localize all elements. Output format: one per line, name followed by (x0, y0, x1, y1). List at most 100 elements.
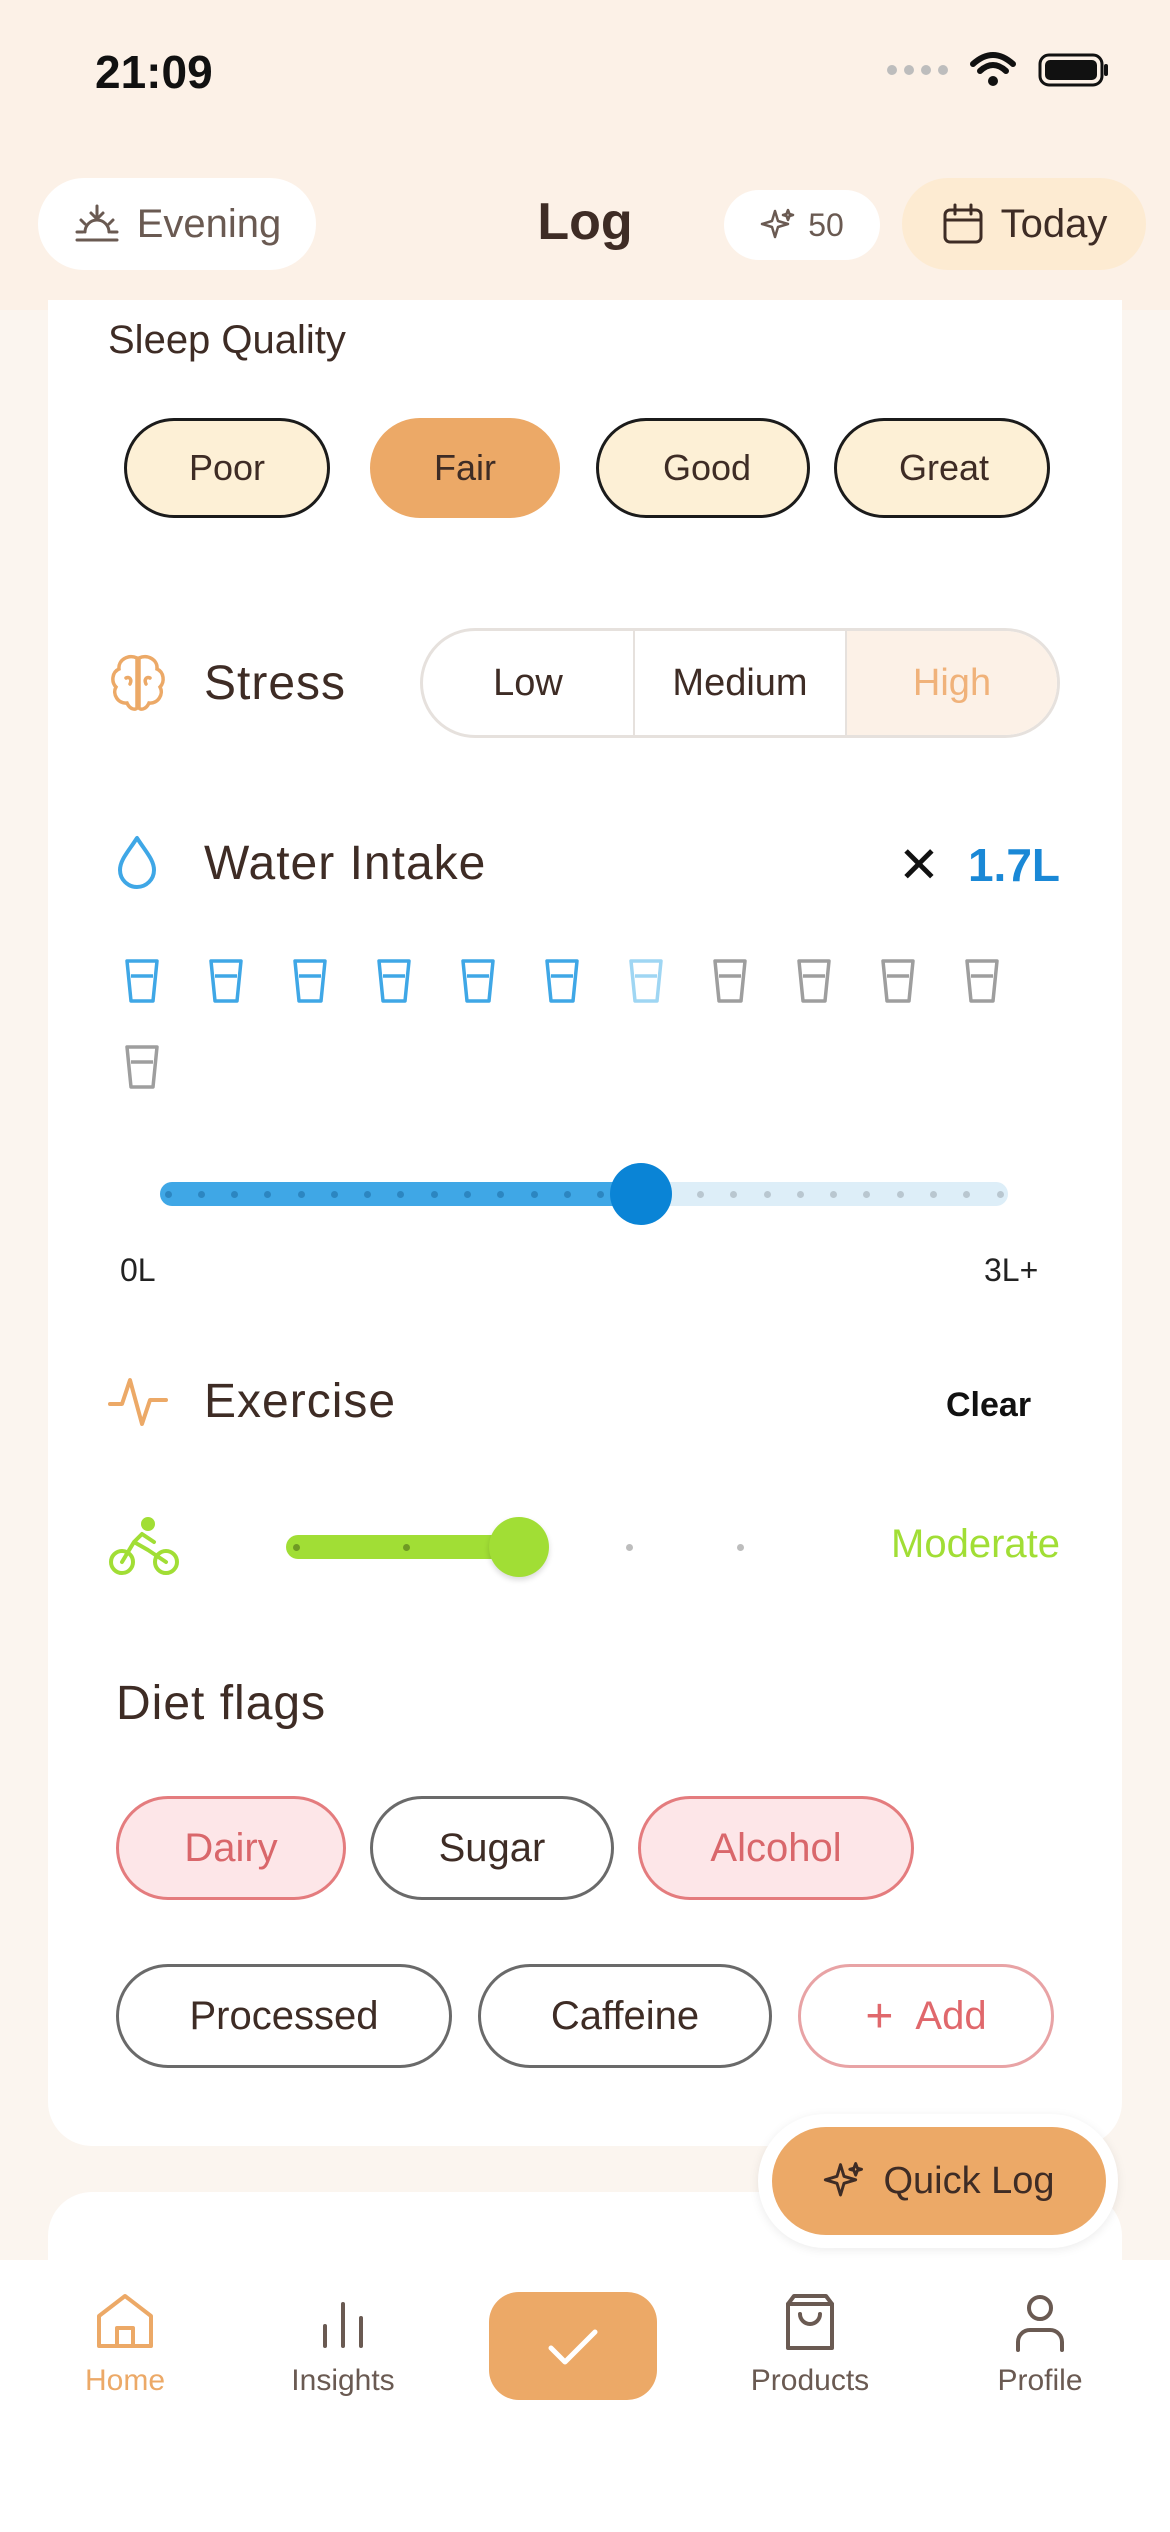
water-cup-icon[interactable] (712, 958, 748, 1004)
status-icons (887, 52, 1110, 88)
user-icon (1016, 2295, 1064, 2352)
exercise-slider-tick (736, 1543, 744, 1551)
home-icon (97, 2294, 153, 2348)
water-slider-tick (763, 1190, 771, 1198)
water-clear-button[interactable]: ✕ (898, 836, 940, 894)
water-cup-icon[interactable] (544, 958, 580, 1004)
nav-insights-label: Insights (291, 2364, 395, 2397)
exercise-clear-button[interactable]: Clear (946, 1386, 1031, 1425)
water-slider-tick (597, 1190, 605, 1198)
log-tab-button[interactable] (489, 2292, 657, 2400)
shopping-bag-icon (786, 2294, 834, 2350)
water-slider-tick (497, 1190, 505, 1198)
water-slider-tick (830, 1190, 838, 1198)
date-picker-button[interactable]: Today (902, 178, 1146, 270)
water-slider-tick (430, 1190, 438, 1198)
diet-chip-processed[interactable]: Processed (116, 1964, 452, 2068)
water-cup-icon[interactable] (124, 1044, 160, 1090)
water-slider-tick (397, 1190, 405, 1198)
points-badge[interactable]: 50 (724, 190, 880, 260)
stress-label: Stress (204, 657, 347, 710)
water-min-label: 0L (120, 1252, 156, 1288)
sleep-option-fair[interactable]: Fair (370, 418, 560, 518)
water-slider-tick (464, 1190, 472, 1198)
water-slider-tick (863, 1190, 871, 1198)
water-cup-icon[interactable] (124, 958, 160, 1004)
sleep-option-poor[interactable]: Poor (124, 418, 330, 518)
diet-chip-dairy[interactable]: Dairy (116, 1796, 346, 1900)
sleep-option-great[interactable]: Great (834, 418, 1050, 518)
nav-products-label: Products (750, 2364, 870, 2397)
water-cup-icon[interactable] (628, 958, 664, 1004)
water-cup-icon[interactable] (208, 958, 244, 1004)
exercise-label: Exercise (204, 1375, 397, 1428)
exercise-slider-tick (402, 1543, 410, 1551)
water-slider-tick (929, 1190, 937, 1198)
water-max-label: 3L+ (984, 1252, 1039, 1288)
diet-chip-alcohol[interactable]: Alcohol (638, 1796, 914, 1900)
water-slider-tick (896, 1190, 904, 1198)
exercise-slider-tick (625, 1543, 633, 1551)
water-slider-tick (530, 1190, 538, 1198)
points-value: 50 (808, 206, 844, 243)
quick-log-label: Quick Log (883, 2159, 1055, 2202)
nav-home-label: Home (84, 2364, 166, 2397)
water-intake-label: Water Intake (204, 837, 487, 890)
add-diet-flag-button[interactable]: + Add (798, 1964, 1054, 2068)
sparkle-icon (760, 208, 795, 239)
exercise-slider-thumb[interactable] (489, 1517, 549, 1577)
brain-icon (111, 655, 165, 711)
water-cup-icon[interactable] (880, 958, 916, 1004)
water-drop-icon (118, 836, 156, 889)
battery-icon (1038, 53, 1108, 87)
water-slider-tick (264, 1190, 272, 1198)
water-cup-icon[interactable] (796, 958, 832, 1004)
nav-products[interactable]: Products (710, 2290, 910, 2398)
nav-profile[interactable]: Profile (940, 2290, 1140, 2398)
diet-flags-label: Diet flags (116, 1677, 327, 1730)
water-slider-tick (164, 1190, 172, 1198)
cellular-signal-icon (887, 65, 948, 75)
calendar-icon (943, 203, 983, 244)
date-label: Today (1000, 201, 1108, 246)
water-intake-value: 1.7L (967, 839, 1060, 891)
stress-option-low[interactable]: Low (423, 631, 635, 735)
water-slider-thumb[interactable] (609, 1163, 672, 1225)
water-slider-tick (696, 1190, 704, 1198)
diet-chip-sugar[interactable]: Sugar (370, 1796, 614, 1900)
exercise-slider-tick (292, 1543, 300, 1551)
water-slider-tick (996, 1190, 1004, 1198)
stress-selector: Low Medium High (420, 628, 1060, 738)
quick-log-button[interactable]: Quick Log (772, 2127, 1106, 2235)
add-diet-flag-label: Add (915, 1993, 987, 2038)
wifi-icon (970, 52, 1016, 86)
water-slider-tick (297, 1190, 305, 1198)
water-slider-tick (231, 1190, 239, 1198)
stress-option-medium[interactable]: Medium (635, 631, 847, 735)
bar-chart-icon (323, 2302, 363, 2348)
water-cup-icon[interactable] (292, 958, 328, 1004)
activity-icon (108, 1378, 168, 1426)
water-slider-tick (963, 1190, 971, 1198)
sleep-option-good[interactable]: Good (596, 418, 810, 518)
water-slider-tick (563, 1190, 571, 1198)
plus-icon: + (865, 1989, 894, 2043)
nav-home[interactable]: Home (25, 2290, 225, 2398)
diet-chip-caffeine[interactable]: Caffeine (478, 1964, 772, 2068)
nav-insights[interactable]: Insights (243, 2290, 443, 2398)
stress-option-high[interactable]: High (847, 631, 1057, 735)
water-slider-tick (364, 1190, 372, 1198)
water-slider-tick (197, 1190, 205, 1198)
status-time: 21:09 (95, 46, 213, 98)
water-slider-tick (796, 1190, 804, 1198)
nav-profile-label: Profile (997, 2364, 1083, 2397)
water-slider-tick (730, 1190, 738, 1198)
sleep-quality-label: Sleep Quality (108, 318, 346, 362)
checkmark-icon (548, 2329, 598, 2365)
water-cup-icon[interactable] (460, 958, 496, 1004)
exercise-level-label: Moderate (891, 1522, 1060, 1566)
bicycle-icon (109, 1517, 179, 1575)
water-cup-icon[interactable] (964, 958, 1000, 1004)
sparkle-icon (824, 2162, 864, 2197)
water-cup-icon[interactable] (376, 958, 412, 1004)
